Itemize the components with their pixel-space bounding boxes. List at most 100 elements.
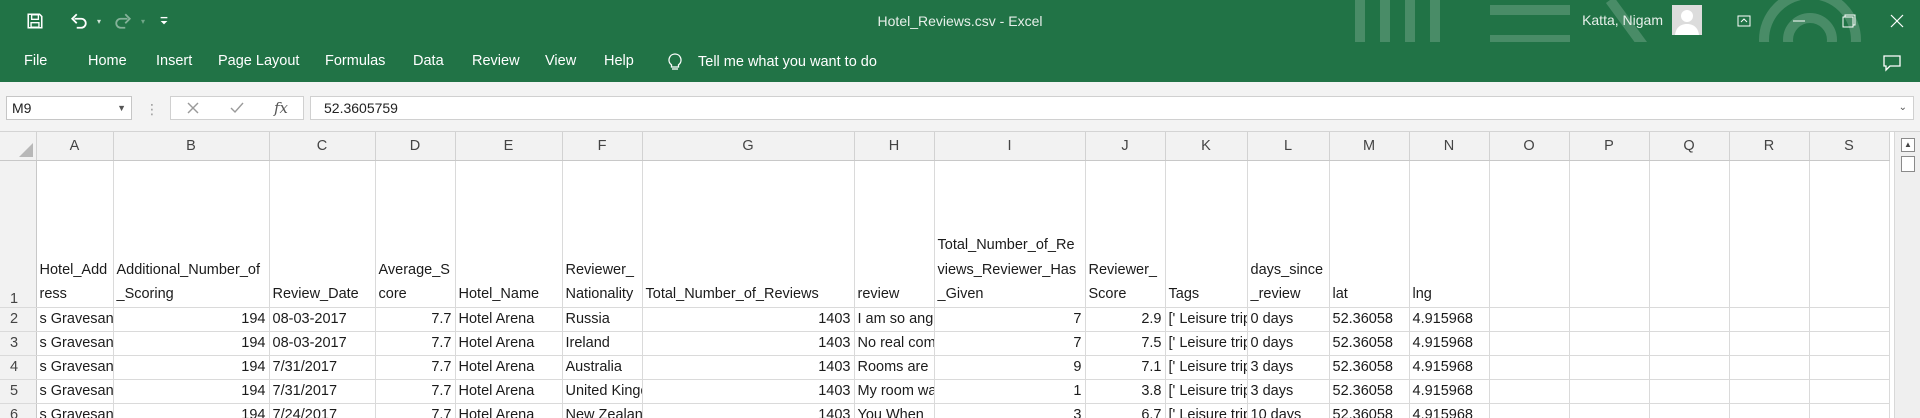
cell[interactable]: 1403 bbox=[642, 307, 855, 332]
header-cell[interactable]: Tags bbox=[1165, 160, 1248, 308]
ribbon-display-options-icon[interactable] bbox=[1721, 0, 1767, 42]
column-header-m[interactable]: M bbox=[1329, 132, 1410, 161]
cell[interactable]: 7/31/2017 bbox=[269, 355, 376, 380]
cell[interactable]: 7.5 bbox=[1085, 331, 1166, 356]
scroll-thumb[interactable] bbox=[1901, 156, 1915, 172]
cell[interactable]: s Gravesande bbox=[36, 403, 114, 418]
column-header-o[interactable]: O bbox=[1489, 132, 1570, 161]
cell[interactable]: I am so angry bbox=[854, 307, 935, 332]
tab-help[interactable]: Help bbox=[604, 42, 634, 82]
header-cell[interactable]: Total_Number_of_Reviews_Reviewer_Has_Giv… bbox=[934, 160, 1086, 308]
row-header[interactable]: 5 bbox=[0, 379, 37, 404]
cell[interactable]: [' Leisure trip bbox=[1165, 331, 1248, 356]
header-cell[interactable]: Hotel_Name bbox=[455, 160, 563, 308]
cell[interactable]: 52.36058 bbox=[1329, 403, 1410, 418]
cell[interactable]: 7 bbox=[934, 307, 1086, 332]
cell[interactable]: 194 bbox=[113, 355, 270, 380]
column-header-c[interactable]: C bbox=[269, 132, 376, 161]
cell[interactable] bbox=[1649, 379, 1730, 404]
cell[interactable] bbox=[1729, 355, 1810, 380]
tab-home[interactable]: Home bbox=[88, 42, 127, 82]
column-header-j[interactable]: J bbox=[1085, 132, 1166, 161]
cell[interactable]: s Gravesande bbox=[36, 355, 114, 380]
column-header-n[interactable]: N bbox=[1409, 132, 1490, 161]
row-header[interactable]: 1 bbox=[0, 160, 37, 308]
user-name[interactable]: Katta, Nigam bbox=[1582, 0, 1663, 42]
cell[interactable]: [' Leisure trip bbox=[1165, 379, 1248, 404]
header-cell[interactable] bbox=[1569, 160, 1650, 308]
column-header-g[interactable]: G bbox=[642, 132, 855, 161]
cell[interactable]: 1403 bbox=[642, 355, 855, 380]
cancel-icon[interactable] bbox=[171, 97, 215, 119]
cell[interactable] bbox=[1569, 355, 1650, 380]
cell[interactable]: 52.36058 bbox=[1329, 355, 1410, 380]
cell[interactable] bbox=[1809, 379, 1890, 404]
cell[interactable] bbox=[1729, 379, 1810, 404]
cell[interactable]: 7 bbox=[934, 331, 1086, 356]
cell[interactable]: 1 bbox=[934, 379, 1086, 404]
cell[interactable]: 7.7 bbox=[375, 331, 456, 356]
cell[interactable]: 52.36058 bbox=[1329, 379, 1410, 404]
cell[interactable]: Hotel Arena bbox=[455, 355, 563, 380]
header-cell[interactable]: Total_Number_of_Reviews bbox=[642, 160, 855, 308]
cell[interactable]: 194 bbox=[113, 307, 270, 332]
name-box[interactable]: M9 ▼ bbox=[6, 96, 132, 120]
column-header-a[interactable]: A bbox=[36, 132, 114, 161]
header-cell[interactable]: Hotel_Address bbox=[36, 160, 114, 308]
cell[interactable]: 4.915968 bbox=[1409, 403, 1490, 418]
column-header-d[interactable]: D bbox=[375, 132, 456, 161]
cell[interactable]: 0 days bbox=[1247, 307, 1330, 332]
column-header-l[interactable]: L bbox=[1247, 132, 1330, 161]
cell[interactable]: 7.7 bbox=[375, 355, 456, 380]
expand-formula-bar-icon[interactable]: ⌄ bbox=[1899, 97, 1907, 119]
tab-insert[interactable]: Insert bbox=[156, 42, 192, 82]
cell[interactable]: Australia bbox=[562, 355, 643, 380]
cell[interactable]: New Zealand bbox=[562, 403, 643, 418]
column-header-k[interactable]: K bbox=[1165, 132, 1248, 161]
cell[interactable] bbox=[1489, 331, 1570, 356]
cell[interactable] bbox=[1809, 403, 1890, 418]
row-header[interactable]: 4 bbox=[0, 355, 37, 380]
header-cell[interactable]: Additional_Number_of_Scoring bbox=[113, 160, 270, 308]
enter-icon[interactable] bbox=[215, 97, 259, 119]
cell[interactable]: [' Leisure trip bbox=[1165, 307, 1248, 332]
cell[interactable]: 194 bbox=[113, 331, 270, 356]
cell[interactable]: s Gravesande bbox=[36, 331, 114, 356]
select-all-corner[interactable] bbox=[0, 132, 37, 161]
cell[interactable]: 3.8 bbox=[1085, 379, 1166, 404]
row-header[interactable]: 6 bbox=[0, 403, 37, 418]
cell[interactable] bbox=[1729, 331, 1810, 356]
column-header-f[interactable]: F bbox=[562, 132, 643, 161]
cell[interactable]: United Kingdom bbox=[562, 379, 643, 404]
minimize-icon[interactable] bbox=[1776, 0, 1822, 42]
close-icon[interactable] bbox=[1874, 0, 1920, 42]
cell[interactable]: 08-03-2017 bbox=[269, 307, 376, 332]
column-header-q[interactable]: Q bbox=[1649, 132, 1730, 161]
header-cell[interactable]: Review_Date bbox=[269, 160, 376, 308]
cell[interactable]: 6.7 bbox=[1085, 403, 1166, 418]
cell[interactable]: No real complaints bbox=[854, 331, 935, 356]
cell[interactable]: 7/31/2017 bbox=[269, 379, 376, 404]
cell[interactable] bbox=[1729, 403, 1810, 418]
cell[interactable]: Russia bbox=[562, 307, 643, 332]
formula-bar-grip-icon[interactable]: ⋮ bbox=[145, 100, 159, 118]
cell[interactable]: s Gravesande bbox=[36, 379, 114, 404]
cell[interactable]: 194 bbox=[113, 403, 270, 418]
cell[interactable]: Hotel Arena bbox=[455, 307, 563, 332]
insert-function-icon[interactable]: fx bbox=[259, 97, 303, 119]
vertical-scrollbar[interactable]: ▲ bbox=[1894, 132, 1920, 418]
header-cell[interactable]: lng bbox=[1409, 160, 1490, 308]
cell[interactable]: Ireland bbox=[562, 331, 643, 356]
worksheet-grid[interactable]: ABCDEFGHIJKLMNOPQRS 1 Hotel_Address Additi… bbox=[0, 132, 1920, 418]
header-cell[interactable] bbox=[1729, 160, 1810, 308]
column-header-p[interactable]: P bbox=[1569, 132, 1650, 161]
header-cell[interactable]: days_since_review bbox=[1247, 160, 1330, 308]
undo-icon[interactable] bbox=[64, 6, 94, 36]
row-header[interactable]: 3 bbox=[0, 331, 37, 356]
cell[interactable]: 7/24/2017 bbox=[269, 403, 376, 418]
column-header-e[interactable]: E bbox=[455, 132, 563, 161]
cell[interactable]: 52.36058 bbox=[1329, 331, 1410, 356]
tab-review[interactable]: Review bbox=[472, 42, 520, 82]
cell[interactable] bbox=[1809, 355, 1890, 380]
cell[interactable]: Hotel Arena bbox=[455, 331, 563, 356]
